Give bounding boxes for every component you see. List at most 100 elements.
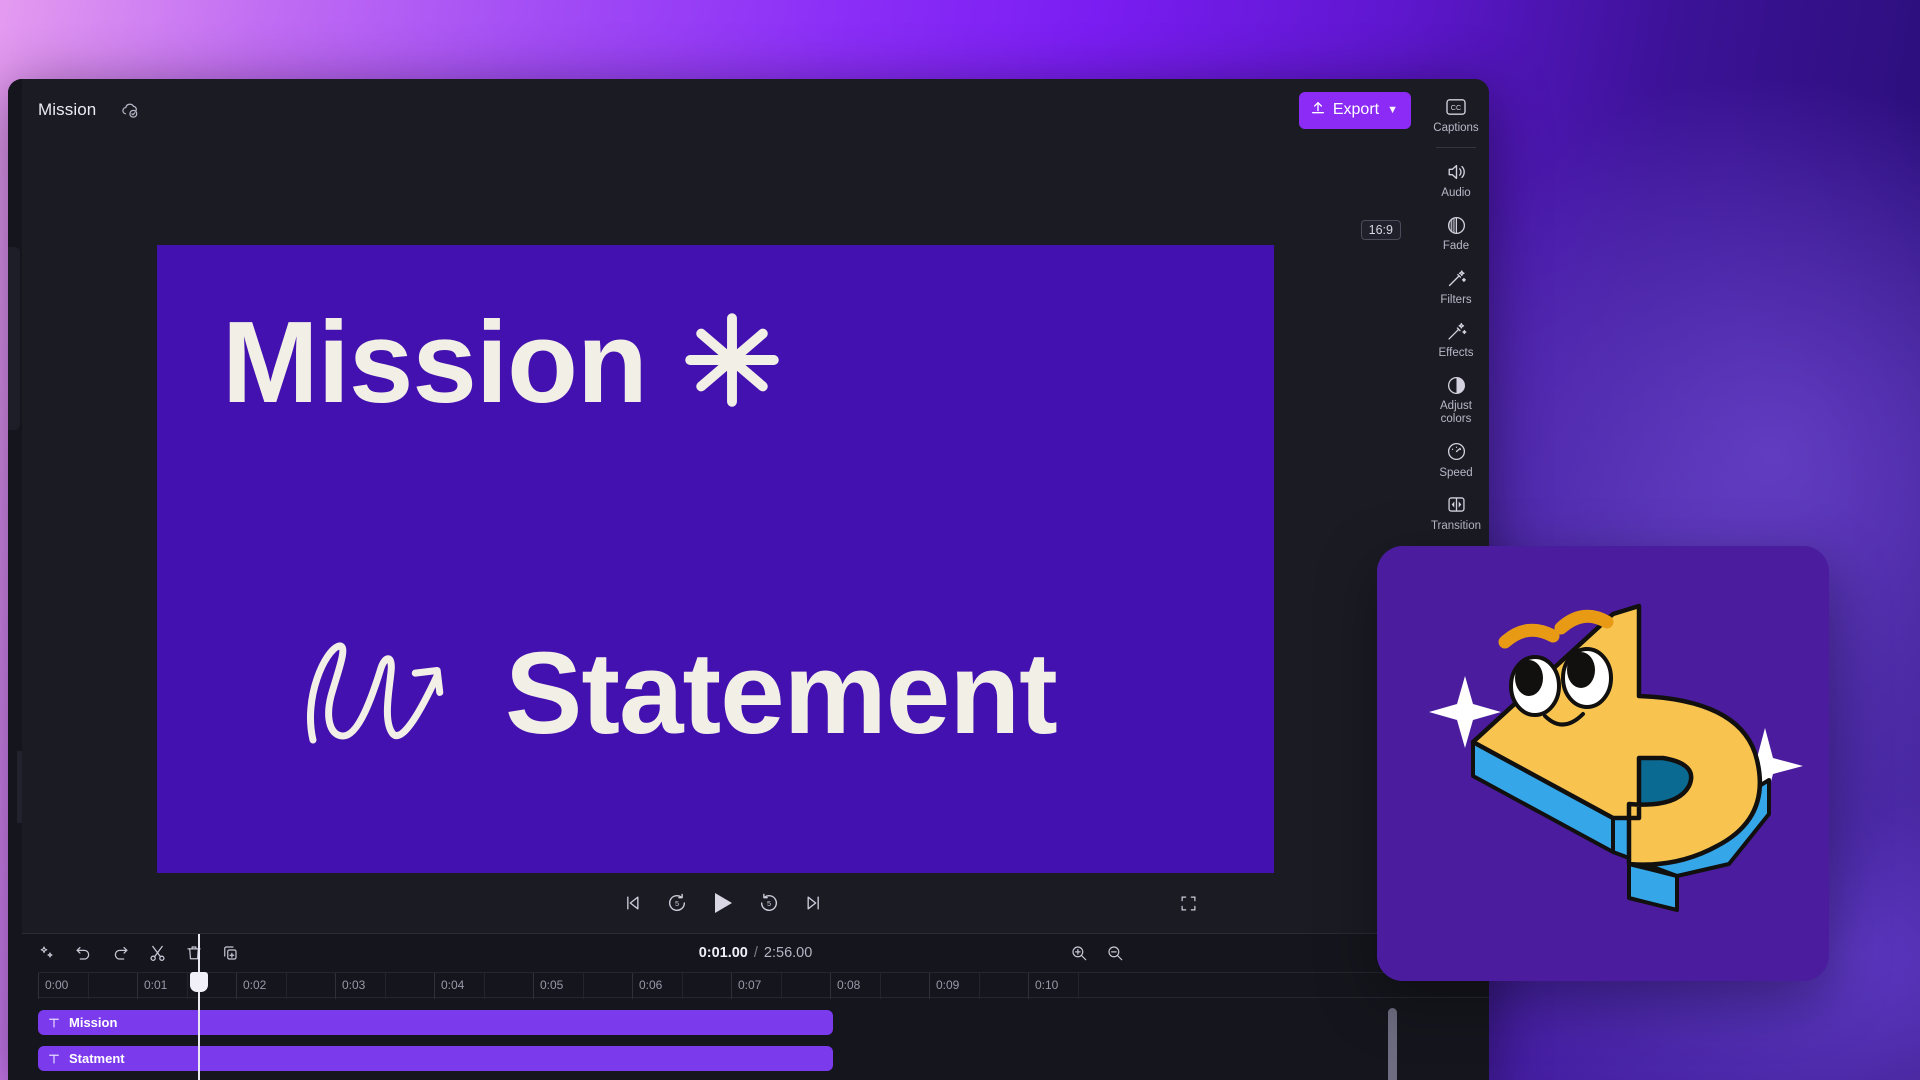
text-t-icon: [48, 1017, 60, 1029]
transition-icon: [1446, 494, 1467, 516]
fullscreen-icon[interactable]: [1180, 895, 1197, 917]
tool-adjust-colors[interactable]: Adjust colors: [1427, 367, 1485, 431]
export-area: Export ▼: [1298, 91, 1411, 129]
tool-divider: [1436, 147, 1476, 149]
ruler-tick: 0:10: [1028, 973, 1058, 999]
upload-arrow-icon: [1310, 100, 1326, 121]
time-display: 0:01.00 / 2:56.00: [22, 934, 1489, 972]
current-time: 0:01.00: [698, 945, 748, 961]
ruler-tick-label: 0:04: [441, 978, 465, 992]
canvas-word-statement: Statement: [505, 628, 1058, 758]
ruler-tick-label: 0:03: [342, 978, 366, 992]
timeline-tracks: Mission Statment: [38, 998, 1489, 1080]
play-button[interactable]: [712, 891, 734, 915]
timeline-ruler[interactable]: 0:00 0:01 0:02 0:03 0:04 0:05 0:06 0:07 0:08 0:09…: [38, 972, 1489, 999]
ruler-tick: 0:01: [137, 973, 167, 999]
video-editor-window: ❮ Mission Export ▼: [8, 79, 1489, 1080]
forward-5-icon[interactable]: 5: [758, 892, 780, 914]
playback-controls: 5 5: [22, 883, 1423, 923]
video-canvas[interactable]: Mission Statement: [157, 245, 1274, 873]
tool-captions[interactable]: CC Captions: [1427, 89, 1485, 140]
ruler-tick: 0:00: [38, 973, 68, 999]
properties-tool-rail: CC Captions Audio Fade Filters Effects A…: [1423, 79, 1489, 613]
page-title[interactable]: Mission: [38, 100, 96, 120]
timeline-clip-mission[interactable]: Mission: [38, 1010, 833, 1035]
ruler-tick-label: 0:05: [540, 978, 564, 992]
ruler-tick-minor: [1077, 973, 1079, 999]
ruler-tick: 0:04: [434, 973, 464, 999]
trash-icon[interactable]: [185, 944, 203, 962]
ruler-tick-label: 0:00: [45, 978, 69, 992]
timeline-panel: 0:01.00 / 2:56.00 0:00 0:01 0:02 0:03 0:…: [22, 933, 1489, 1080]
sparkle-wand-icon: [1446, 321, 1467, 343]
rewind-5-icon[interactable]: 5: [666, 892, 688, 914]
tool-label: Captions: [1433, 122, 1479, 134]
tool-label: Transition: [1430, 519, 1482, 532]
canvas-text-line-1[interactable]: Mission: [222, 304, 787, 420]
clip-label: Mission: [69, 1015, 118, 1030]
ruler-tick-label: 0:10: [1035, 978, 1059, 992]
left-rail: [8, 79, 22, 1080]
sparkles-icon[interactable]: [38, 944, 56, 962]
ruler-tick-label: 0:08: [837, 978, 861, 992]
ruler-tick: 0:06: [632, 973, 662, 999]
left-rail-panel-stub: [8, 247, 20, 430]
ruler-tick-label: 0:07: [738, 978, 762, 992]
ruler-tick-minor: [978, 973, 980, 999]
ruler-tick-label: 0:09: [936, 978, 960, 992]
svg-text:CC: CC: [1451, 103, 1461, 112]
ruler-tick: 0:09: [929, 973, 959, 999]
text-t-icon: [48, 1053, 60, 1065]
export-label: Export: [1332, 101, 1380, 118]
ruler-tick-minor: [681, 973, 683, 999]
timeline-scrollbar[interactable]: [1388, 1008, 1397, 1080]
speedometer-icon: [1446, 441, 1467, 463]
chevron-down-icon: ▼: [1387, 104, 1398, 116]
svg-text:5: 5: [766, 899, 770, 908]
ruler-tick: 0:03: [335, 973, 365, 999]
mascot-card: [1377, 546, 1829, 981]
ruler-tick-minor: [879, 973, 881, 999]
ruler-tick-minor: [780, 973, 782, 999]
scissors-icon[interactable]: [148, 944, 167, 963]
tool-effects[interactable]: Effects: [1427, 314, 1485, 365]
skip-next-icon[interactable]: [804, 893, 824, 913]
aspect-ratio-badge[interactable]: 16:9: [1360, 220, 1401, 240]
ruler-tick-minor: [87, 973, 89, 999]
tool-audio[interactable]: Audio: [1427, 154, 1485, 205]
timeline-clip-statment[interactable]: Statment: [38, 1046, 833, 1071]
ruler-tick-minor: [384, 973, 386, 999]
ruler-tick-minor: [582, 973, 584, 999]
top-bar: Mission Export ▼: [22, 79, 1423, 141]
total-duration: 2:56.00: [763, 945, 813, 961]
ruler-tick-minor: [285, 973, 287, 999]
contrast-circle-icon: [1446, 374, 1467, 396]
redo-arrow-icon[interactable]: [111, 944, 130, 963]
zoom-out-icon[interactable]: [1106, 944, 1124, 962]
tool-label: Filters: [1440, 293, 1472, 306]
speaker-icon: [1445, 161, 1468, 183]
zoom-in-icon[interactable]: [1070, 944, 1088, 962]
ruler-tick: 0:07: [731, 973, 761, 999]
skip-previous-icon[interactable]: [622, 893, 642, 913]
tool-fade[interactable]: Fade: [1427, 207, 1485, 258]
time-separator: /: [753, 945, 758, 961]
tool-label: Effects: [1438, 346, 1474, 359]
tool-label: Speed: [1439, 466, 1473, 479]
ruler-tick: 0:05: [533, 973, 563, 999]
ruler-tick-label: 0:01: [144, 978, 168, 992]
canvas-text-line-2[interactable]: Statement: [297, 628, 1058, 758]
tool-label: Audio: [1441, 187, 1471, 200]
ruler-tick-minor: [483, 973, 485, 999]
tool-label: Fade: [1442, 240, 1470, 253]
tool-speed[interactable]: Speed: [1427, 434, 1485, 485]
save-status-icon: [120, 100, 140, 120]
ruler-tick-label: 0:02: [243, 978, 267, 992]
export-button[interactable]: Export ▼: [1298, 91, 1411, 129]
tool-transition[interactable]: Transition: [1427, 487, 1485, 538]
starburst-asterisk-icon: [677, 305, 787, 420]
ruler-tick-label: 0:06: [639, 978, 663, 992]
tool-filters[interactable]: Filters: [1427, 261, 1485, 312]
undo-arrow-icon[interactable]: [74, 944, 93, 963]
duplicate-icon[interactable]: [221, 944, 239, 962]
